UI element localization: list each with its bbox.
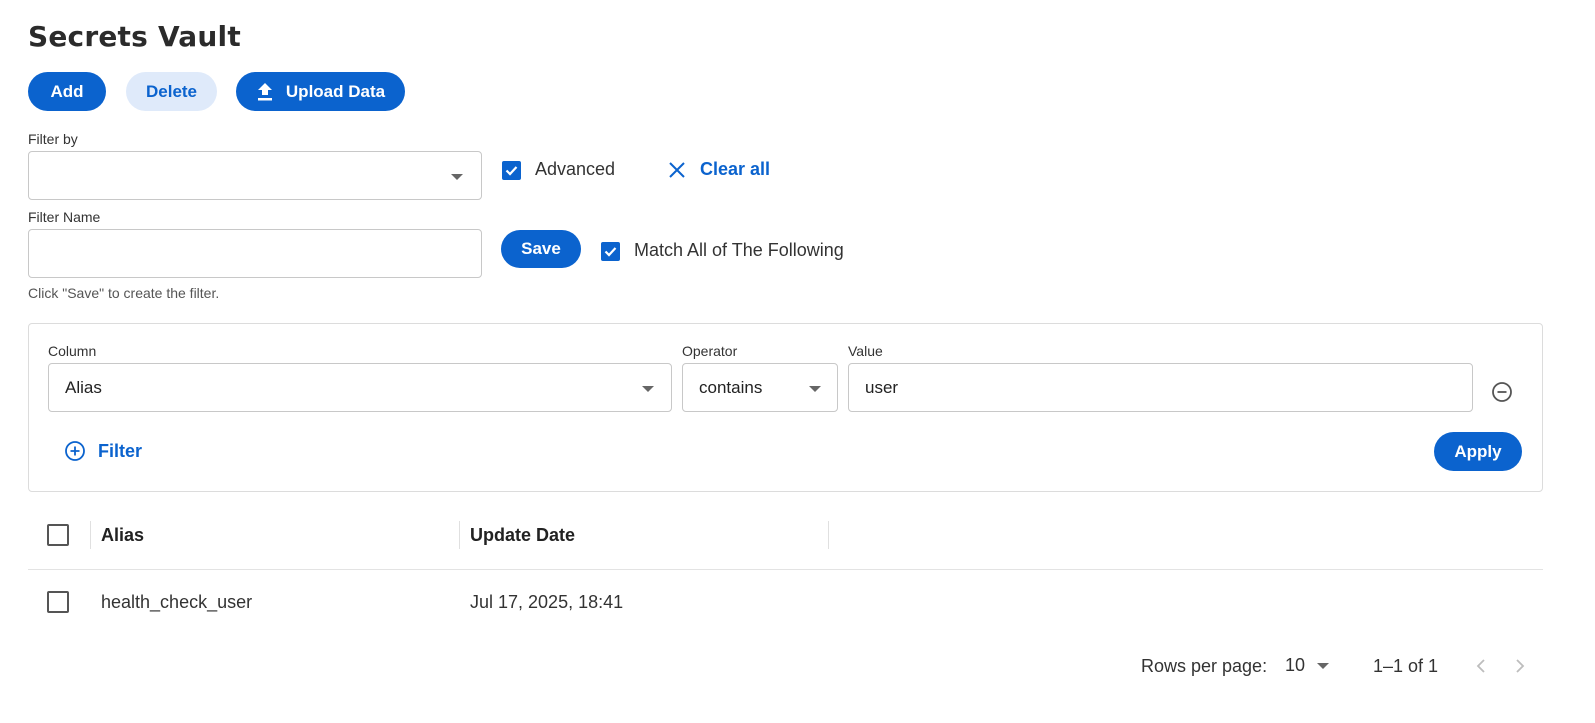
add-button[interactable]: Add — [28, 72, 106, 111]
delete-button[interactable]: Delete — [126, 72, 217, 111]
row-checkbox[interactable] — [47, 591, 69, 613]
column-header-update-date[interactable]: Update Date — [470, 525, 575, 546]
header-divider — [28, 569, 1543, 570]
operator-value: contains — [699, 377, 763, 397]
advanced-checkbox[interactable] — [502, 161, 521, 180]
add-filter-label: Filter — [98, 440, 143, 461]
save-button-label: Save — [521, 239, 561, 258]
upload-data-button-label: Upload Data — [285, 81, 386, 101]
chevron-down-icon — [642, 386, 654, 392]
match-all-label: Match All of The Following — [634, 240, 844, 260]
column-select[interactable]: Alias — [48, 363, 672, 412]
check-icon — [505, 166, 518, 176]
next-page-button[interactable] — [1514, 658, 1526, 679]
upload-icon — [257, 82, 272, 100]
previous-page-button[interactable] — [1475, 658, 1487, 679]
value-text: user — [865, 377, 899, 397]
select-all-checkbox[interactable] — [47, 524, 69, 546]
column-label: Column — [48, 343, 97, 359]
rows-per-page-value: 10 — [1285, 655, 1306, 675]
rows-per-page-label: Rows per page: — [1141, 656, 1268, 676]
column-separator[interactable] — [459, 521, 460, 549]
remove-filter-button[interactable] — [1491, 381, 1513, 408]
apply-button[interactable]: Apply — [1434, 432, 1522, 471]
add-button-label: Add — [50, 81, 84, 101]
column-separator[interactable] — [828, 521, 829, 549]
chevron-left-icon — [1476, 659, 1485, 673]
minus-circle-icon — [1492, 382, 1512, 402]
delete-button-label: Delete — [145, 81, 198, 101]
operator-label: Operator — [682, 343, 738, 359]
clear-all-button[interactable]: Clear all — [668, 159, 770, 180]
save-button[interactable]: Save — [501, 230, 581, 268]
value-label: Value — [848, 343, 883, 359]
filter-name-input[interactable] — [28, 229, 482, 278]
row-alias-link[interactable]: health_check_user — [101, 592, 252, 613]
chevron-down-icon — [1317, 662, 1330, 669]
value-input[interactable]: user — [848, 363, 1473, 412]
clear-all-label: Clear all — [700, 159, 771, 179]
filter-name-label: Filter Name — [28, 209, 101, 225]
page-title: Secrets Vault — [28, 20, 241, 53]
advanced-label: Advanced — [535, 159, 616, 179]
upload-data-button[interactable]: Upload Data — [236, 72, 405, 111]
pagination-range: 1–1 of 1 — [1373, 656, 1439, 676]
plus-circle-icon — [65, 441, 85, 461]
match-all-checkbox[interactable] — [601, 242, 620, 261]
close-icon — [669, 161, 685, 178]
check-icon — [604, 247, 617, 257]
operator-select[interactable]: contains — [682, 363, 838, 412]
add-filter-button[interactable]: Filter — [64, 440, 142, 462]
column-separator — [90, 521, 91, 549]
apply-button-label: Apply — [1454, 441, 1502, 461]
column-value: Alias — [65, 377, 102, 397]
column-header-alias[interactable]: Alias — [101, 525, 144, 546]
filter-by-label: Filter by — [28, 131, 78, 147]
chevron-down-icon — [451, 174, 463, 180]
chevron-right-icon — [1516, 659, 1525, 673]
filter-name-helper: Click "Save" to create the filter. — [28, 285, 220, 301]
chevron-down-icon — [809, 386, 821, 392]
row-update-date: Jul 17, 2025, 18:41 — [470, 592, 624, 612]
rows-per-page-select[interactable]: 10 — [1285, 655, 1330, 676]
filter-by-select[interactable] — [28, 151, 482, 200]
